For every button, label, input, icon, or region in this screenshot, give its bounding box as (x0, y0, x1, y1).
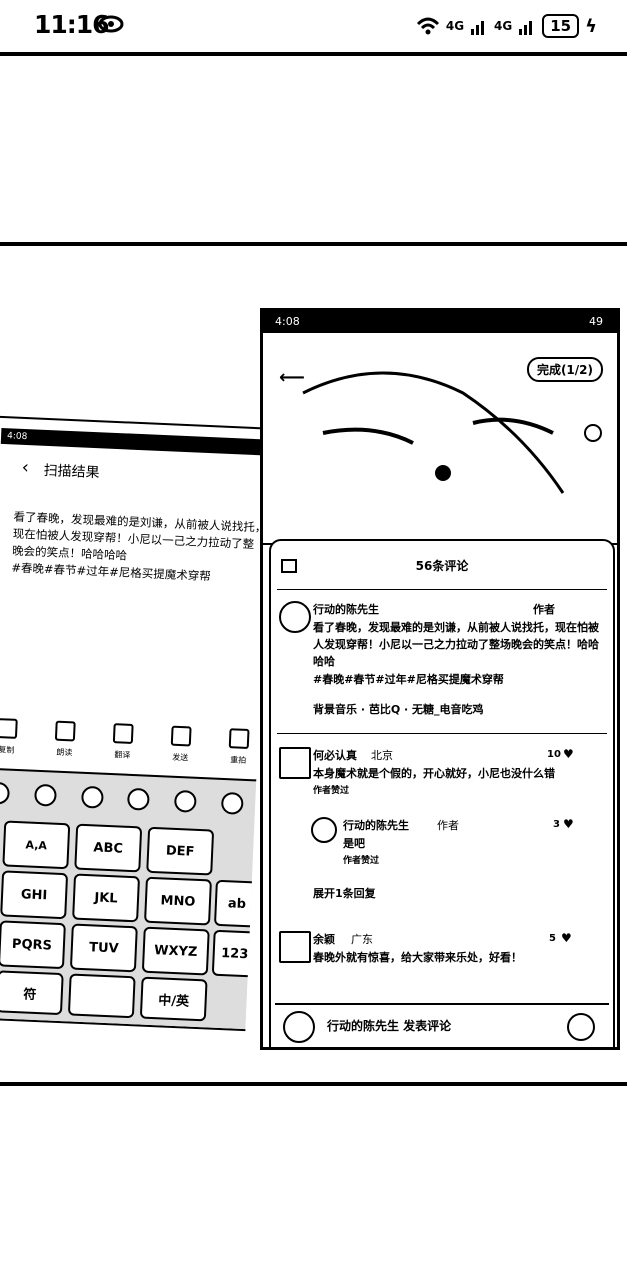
charging-icon: ϟ (585, 15, 597, 37)
avatar[interactable] (279, 747, 311, 779)
lp-title: 扫描结果 (43, 462, 100, 482)
keyboard-tool-icon[interactable] (80, 785, 104, 809)
done-button[interactable]: 完成(1/2) (526, 357, 603, 382)
key-def[interactable]: DEF (146, 826, 215, 876)
lp-status-bar: 4:08 (0, 427, 268, 456)
signal-icon (519, 21, 533, 35)
tool-label: 翻译 (114, 750, 131, 760)
avatar[interactable] (311, 817, 337, 843)
rp-battery: 49 (589, 315, 603, 328)
comment-author[interactable]: 何必认真 (313, 747, 357, 764)
scan-result-screenshot: 4:08 ‹ 扫描结果 看了春晚，发现最难的是刘谦，从前被人说找托， 现在怕被人… (0, 415, 272, 1032)
send-tool[interactable]: 发送 (169, 725, 192, 777)
expand-replies[interactable]: 展开1条回复 (313, 885, 376, 902)
keyboard-tool-icon[interactable] (127, 787, 151, 811)
status-bar: 11:16 4G 4G 15 ϟ (0, 0, 627, 52)
key-jkl[interactable]: JKL (72, 873, 141, 923)
key-abc[interactable]: ABC (74, 823, 143, 873)
like-count[interactable]: 5 (549, 933, 556, 944)
retake-tool[interactable]: 重拍 (227, 728, 250, 779)
key-lang[interactable]: 中/英 (139, 976, 208, 1022)
comment-author[interactable]: 余颖 (313, 931, 335, 948)
divider (277, 589, 607, 590)
read-tool[interactable]: 朗读 (54, 720, 76, 772)
divider (0, 1082, 627, 1086)
status-indicators: 4G 4G 15 ϟ (416, 12, 597, 40)
key-mno[interactable]: MNO (144, 876, 212, 926)
comment-text: 是吧 (343, 837, 365, 850)
comment-text: 本身魔术就是个假的，开心就好，小尼也没什么错 (313, 767, 555, 780)
divider (0, 52, 627, 56)
heart-icon[interactable]: ♥ (563, 747, 574, 761)
keyboard-tool-icon[interactable] (220, 791, 244, 815)
send-icon (170, 725, 192, 747)
heart-icon[interactable]: ♥ (563, 817, 574, 831)
keyboard-toolbar (0, 781, 256, 815)
like-count[interactable]: 10 (547, 749, 561, 760)
eye-icon (98, 15, 124, 33)
key[interactable]: A,A (2, 820, 71, 870)
key-pqrs[interactable]: PQRS (0, 920, 66, 970)
like-count[interactable]: 3 (553, 819, 560, 830)
comment-text: 看了春晚，发现最难的是刘谦，从前被人说找托，现在怕被人发现穿帮！小尼以一己之力拉… (313, 621, 599, 668)
avatar[interactable] (279, 931, 311, 963)
avatar (283, 1011, 315, 1043)
comment-count: 56条评论 (415, 559, 469, 573)
comment-input[interactable]: 行动的陈先生 发表评论 (327, 1017, 451, 1034)
scan-text: 看了春晚，发现最难的是刘谦，从前被人说找托， 现在怕被人发现穿帮！小尼以一己之力… (11, 509, 272, 588)
key-ghi[interactable]: GHI (0, 870, 69, 920)
translate-icon (112, 723, 134, 744)
comment-input-bar: 行动的陈先生 发表评论 (275, 1003, 609, 1045)
comment-author[interactable]: 行动的陈先生 (313, 601, 379, 618)
comment-sheet: 56条评论 行动的陈先生 作者 看了春晚，发现最难的是刘谦，从前被人说找托，现在… (269, 539, 615, 1047)
author-badge: 作者 (533, 603, 555, 616)
keyboard-tool-icon[interactable] (0, 781, 11, 805)
divider (277, 733, 607, 734)
key-123[interactable]: 123 (211, 929, 258, 978)
keyboard: A,A ABC DEF GHI JKL MNO PQRS TUV WXYZ 符 … (0, 766, 260, 1032)
back-arrow-icon[interactable]: ‹ (21, 457, 29, 478)
signal-2: 4G (494, 19, 513, 33)
heart-icon[interactable]: ♥ (561, 931, 572, 945)
signal-icon (471, 21, 485, 35)
comments-screenshot: 4:08 49 ⟵ 完成(1/2) 56条评论 行动的陈先生 作者 看了春晚，发… (260, 308, 620, 1050)
key-symbol[interactable]: 符 (0, 970, 64, 1016)
key-space[interactable] (67, 973, 136, 1019)
avatar[interactable] (279, 601, 311, 633)
tool-label: 重拍 (230, 755, 247, 765)
liked-by-author: 作者赞过 (343, 856, 380, 866)
emoji-icon[interactable] (567, 1013, 595, 1041)
wifi-icon (416, 17, 439, 35)
background-music[interactable]: 背景音乐 · 芭比Q · 无糖_电音吃鸡 (313, 701, 484, 718)
collapse-icon[interactable] (281, 559, 297, 573)
comment-text: 春晚外就有惊喜，给大家带来乐处，好看！ (313, 951, 522, 964)
rp-status-bar: 4:08 49 (263, 311, 617, 333)
signal-1: 4G (445, 19, 465, 33)
liked-by-author: 作者赞过 (313, 786, 350, 796)
copy-icon (0, 718, 18, 739)
translate-tool[interactable]: 翻译 (112, 723, 134, 774)
tool-label: 复制 (0, 745, 15, 755)
comment-location: 北京 (371, 749, 393, 762)
rp-time: 4:08 (275, 315, 300, 328)
author-badge: 作者 (437, 819, 459, 832)
copy-tool[interactable]: 复制 (0, 718, 18, 769)
speaker-icon (54, 720, 76, 742)
camera-icon (228, 728, 250, 750)
comment-tags[interactable]: #春晚#春节#过年#尼格买提魔术穿帮 (313, 671, 504, 688)
divider (0, 242, 627, 246)
key-ab[interactable]: ab (213, 879, 260, 928)
battery-indicator: 15 (542, 14, 580, 38)
key-tuv[interactable]: TUV (69, 923, 138, 973)
tool-label: 发送 (172, 752, 189, 763)
comment-location: 广东 (351, 933, 373, 946)
keyboard-tool-icon[interactable] (173, 789, 197, 813)
back-arrow-icon[interactable]: ⟵ (279, 367, 305, 388)
tool-label: 朗读 (56, 747, 73, 758)
keyboard-tool-icon[interactable] (33, 783, 57, 807)
key-wxyz[interactable]: WXYZ (141, 926, 210, 976)
comment-author[interactable]: 行动的陈先生 (343, 817, 409, 834)
